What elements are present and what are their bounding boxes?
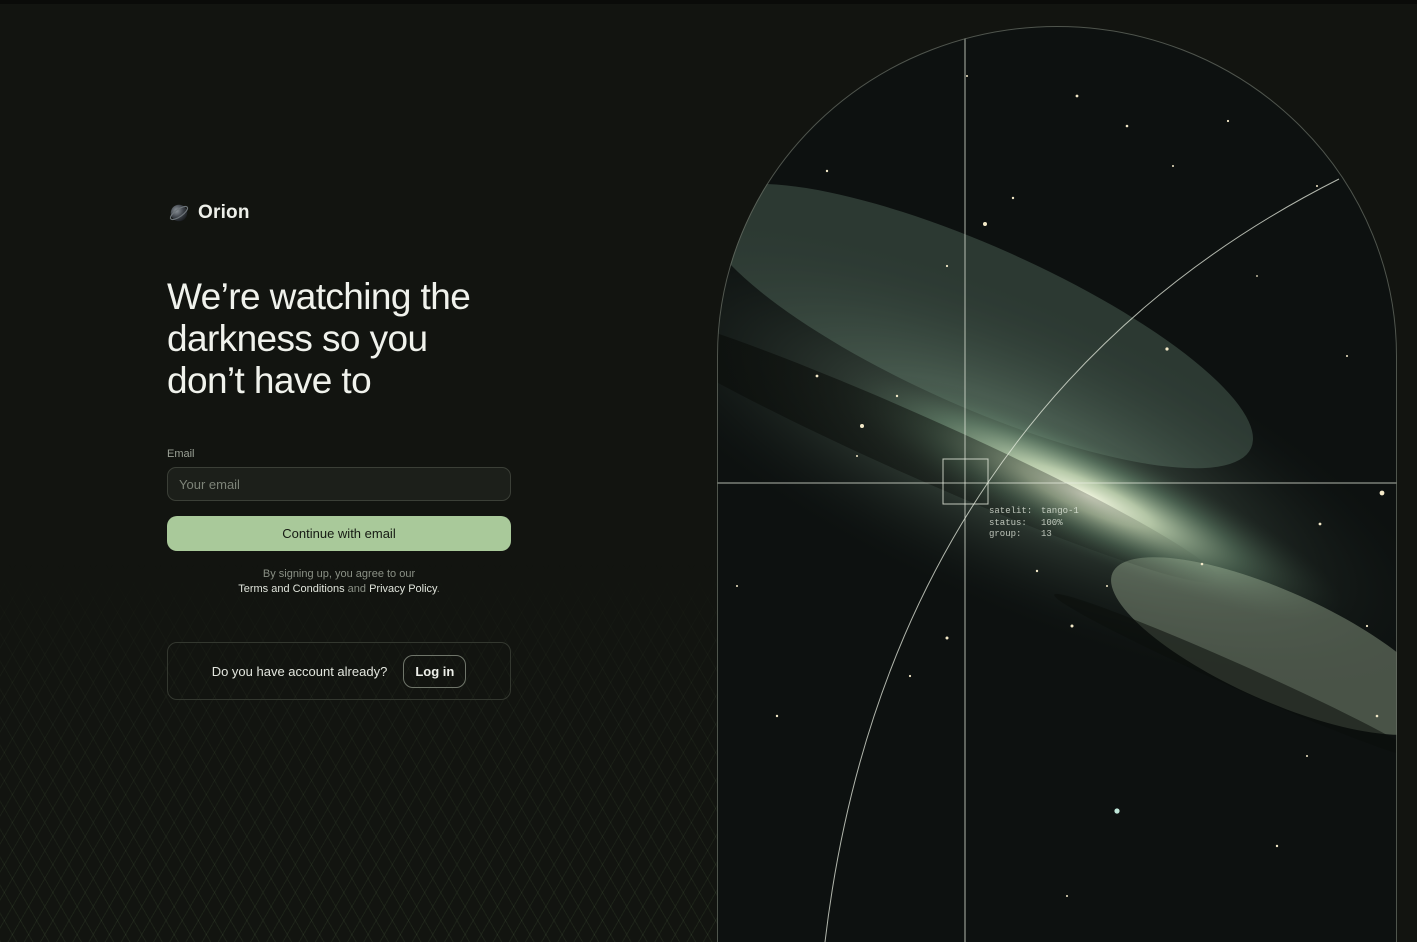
existing-account-box: Do you have account already? Log in	[167, 642, 511, 700]
terms-suffix: .	[436, 583, 440, 595]
email-label: Email	[167, 448, 195, 460]
terms-and-word: and	[347, 583, 367, 595]
readout-value: 100%	[1041, 517, 1063, 528]
readout-key: status:	[989, 517, 1027, 528]
page-headline: We’re watching the darkness so you don’t…	[167, 276, 527, 402]
satellite-readout: satelit: tango-1 status: 100% group: 13	[989, 506, 1079, 541]
log-in-button[interactable]: Log in	[403, 654, 467, 688]
galaxy-hero-image	[717, 26, 1397, 942]
brand-logo[interactable]: Orion	[168, 202, 250, 224]
continue-with-email-button[interactable]: Continue with email	[167, 516, 511, 551]
privacy-policy-link[interactable]: Privacy Policy	[369, 583, 437, 595]
readout-value: 13	[1041, 529, 1052, 539]
galaxy-arch-image	[717, 26, 1397, 942]
readout-row-status: status: 100%	[989, 518, 1079, 530]
window-top-edge	[0, 0, 1417, 4]
planet-icon	[169, 204, 189, 222]
account-question: Do you have account already?	[211, 663, 388, 679]
background-grid-pattern	[0, 560, 720, 942]
readout-row-group: group: 13	[989, 529, 1079, 541]
readout-value: tango-1	[1041, 506, 1079, 516]
terms-prefix: By signing up, you agree to our	[262, 568, 416, 580]
headline-line-3: don’t have to	[167, 360, 372, 401]
headline-line-1: We’re watching the	[167, 276, 471, 317]
readout-row-satellite: satelit: tango-1	[989, 506, 1079, 518]
brand-name: Orion	[198, 202, 250, 223]
terms-notice: By signing up, you agree to our Terms an…	[167, 567, 511, 597]
terms-and-conditions-link[interactable]: Terms and Conditions	[238, 583, 344, 595]
email-field[interactable]	[167, 467, 511, 501]
readout-key: satelit:	[989, 506, 1033, 516]
headline-line-2: darkness so you	[167, 318, 428, 359]
readout-key: group:	[989, 529, 1022, 539]
